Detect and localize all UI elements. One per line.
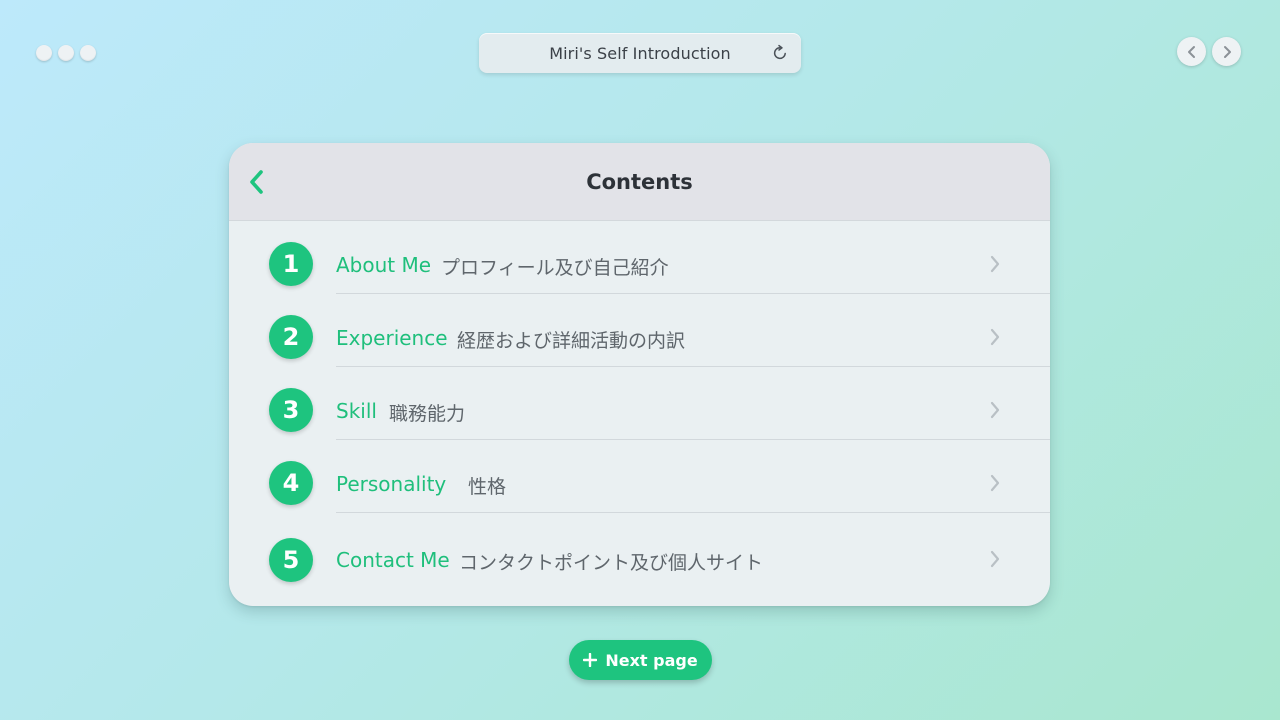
card-header: Contents [229, 143, 1050, 221]
nav-back-button[interactable] [1177, 37, 1206, 66]
item-label: About Me [336, 253, 432, 277]
item-label: Experience [336, 326, 448, 350]
item-number-badge: 5 [269, 538, 313, 582]
page-title: Miri's Self Introduction [549, 43, 731, 63]
item-description: 経歴および詳細活動の内訳 [457, 330, 686, 352]
item-description: 職務能力 [389, 403, 466, 425]
item-number-badge: 4 [269, 461, 313, 505]
refresh-icon[interactable] [771, 44, 789, 62]
item-number-badge: 1 [269, 242, 313, 286]
history-nav [1177, 37, 1241, 66]
window-dot-icon[interactable] [80, 45, 96, 61]
next-page-label: Next page [605, 650, 698, 670]
item-description: プロフィール及び自己紹介 [441, 257, 669, 279]
nav-forward-button[interactable] [1212, 37, 1241, 66]
card-title: Contents [586, 169, 693, 194]
item-label: Skill [336, 399, 377, 423]
item-number-badge: 3 [269, 388, 313, 432]
window-dot-icon[interactable] [58, 45, 74, 61]
chevron-left-icon[interactable] [247, 169, 267, 195]
item-label: Contact Me [336, 548, 450, 572]
contents-card: Contents 1 About Me プロフィール及び自己紹介 2 Exper… [229, 143, 1050, 606]
address-bar[interactable]: Miri's Self Introduction [479, 33, 801, 73]
item-description: 性格 [468, 476, 507, 498]
list-item-personality[interactable]: 4 Personality 性格 [229, 440, 1050, 513]
item-number-badge: 2 [269, 315, 313, 359]
chevron-right-icon [990, 401, 1000, 419]
plus-icon [583, 653, 598, 667]
next-page-button[interactable]: Next page [569, 640, 712, 680]
chevron-right-icon [990, 255, 1000, 273]
chevron-right-icon [990, 328, 1000, 346]
chevron-right-icon [990, 474, 1000, 492]
window-dot-icon[interactable] [36, 45, 52, 61]
window-controls [36, 45, 96, 61]
item-label: Personality [336, 472, 447, 496]
list-item-experience[interactable]: 2 Experience 経歴および詳細活動の内訳 [229, 294, 1050, 367]
list-item-contact-me[interactable]: 5 Contact Me コンタクトポイント及び個人サイト [229, 513, 1050, 593]
chevron-right-icon [990, 550, 1000, 568]
chevron-right-icon [1223, 45, 1231, 58]
chevron-left-icon [1187, 45, 1195, 58]
list-item-about-me[interactable]: 1 About Me プロフィール及び自己紹介 [229, 221, 1050, 294]
list-item-skill[interactable]: 3 Skill 職務能力 [229, 367, 1050, 440]
item-description: コンタクトポイント及び個人サイト [459, 552, 764, 574]
